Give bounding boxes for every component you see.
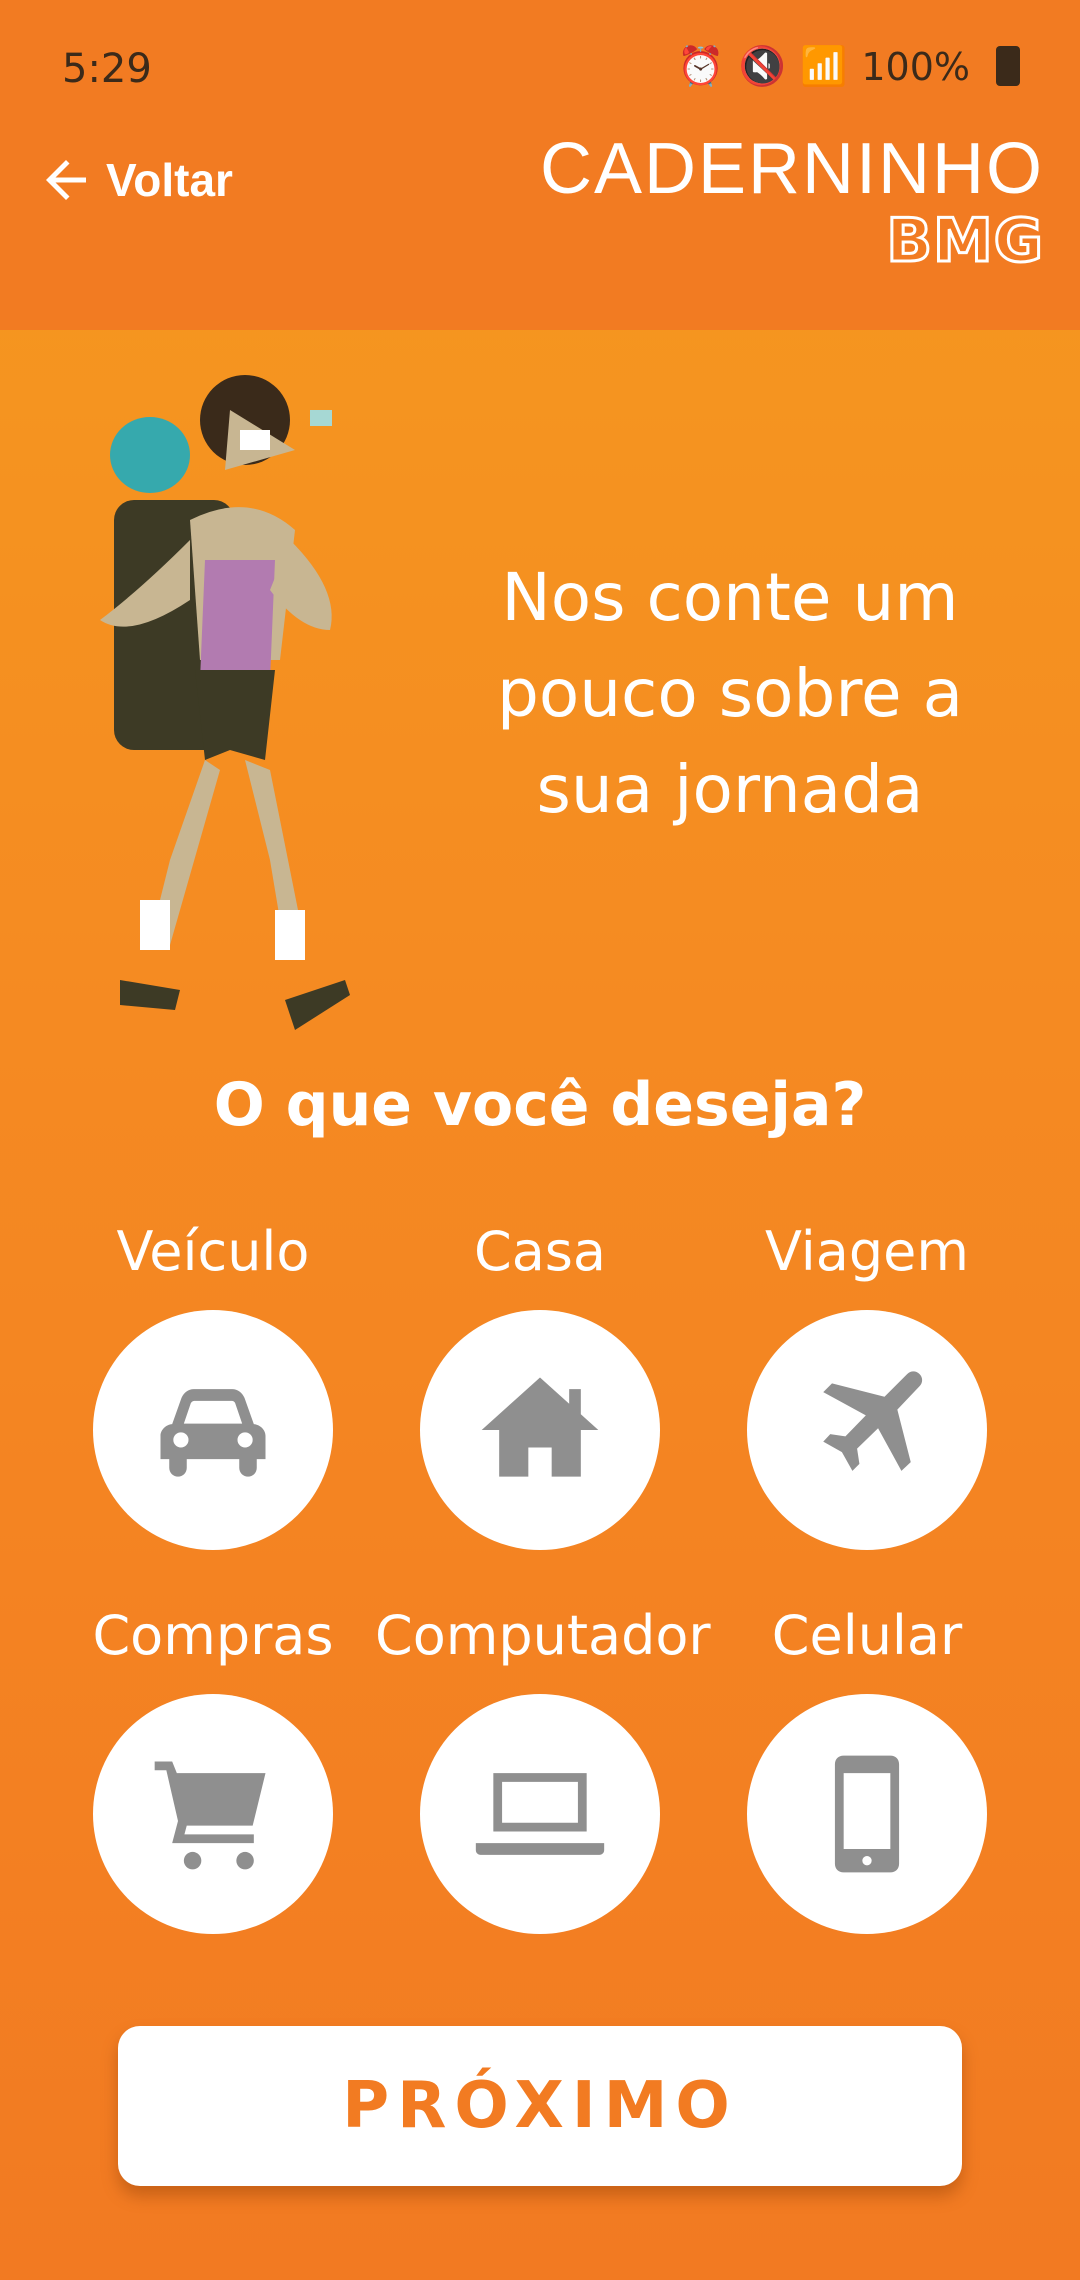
option-label: Viagem	[765, 1220, 969, 1283]
car-icon	[160, 1389, 266, 1477]
option-viagem[interactable]: Viagem	[702, 1220, 1032, 1550]
next-button[interactable]: PRÓXIMO	[118, 2026, 962, 2186]
question-title: O que você deseja?	[213, 1070, 867, 1140]
top-bar: 5:29 ⏰ 🔇 📶 100% Voltar CADERNINHO BMG	[0, 0, 1080, 330]
hero-headline: Nos conte um pouco sobre a sua jornada	[496, 559, 964, 828]
option-label: Casa	[473, 1220, 607, 1283]
option-casa[interactable]: Casa	[375, 1220, 705, 1550]
house-icon	[481, 1377, 599, 1477]
option-computador-button[interactable]	[420, 1694, 660, 1934]
alarm-icon: ⏰	[677, 44, 725, 88]
option-label: Compras	[92, 1604, 334, 1667]
laptop-icon	[475, 1773, 605, 1855]
battery-percentage: 100%	[861, 44, 970, 89]
option-label: Veículo	[116, 1220, 310, 1283]
airplane-icon	[823, 1371, 923, 1471]
backpacker-illustration	[100, 375, 350, 1030]
option-viagem-button[interactable]	[747, 1310, 987, 1550]
smartphone-icon	[834, 1755, 900, 1873]
option-celular-button[interactable]	[747, 1694, 987, 1934]
shopping-cart-icon	[154, 1761, 266, 1870]
back-button[interactable]: Voltar	[36, 150, 233, 210]
option-celular[interactable]: Celular	[702, 1604, 1032, 1934]
logo-subtext: BMG	[885, 205, 1045, 278]
option-computador[interactable]: Computador	[375, 1604, 711, 1934]
app-logo: CADERNINHO BMG	[524, 128, 1045, 278]
option-label: Computador	[375, 1604, 711, 1667]
option-veiculo-button[interactable]	[93, 1310, 333, 1550]
option-casa-button[interactable]	[420, 1310, 660, 1550]
status-time: 5:29	[62, 46, 152, 92]
option-veiculo[interactable]: Veículo	[48, 1220, 378, 1550]
status-icons: ⏰ 🔇 📶 100%	[677, 44, 970, 89]
arrow-left-icon	[46, 160, 86, 200]
option-compras[interactable]: Compras	[48, 1604, 378, 1934]
option-label: Celular	[771, 1604, 963, 1667]
logo-text: CADERNINHO	[539, 129, 1044, 209]
back-label: Voltar	[106, 154, 233, 206]
option-compras-button[interactable]	[93, 1694, 333, 1934]
battery-icon	[996, 46, 1020, 86]
status-bar: 5:29 ⏰ 🔇 📶 100%	[0, 40, 1080, 100]
mute-icon: 🔇	[738, 44, 787, 88]
wifi-icon: 📶	[800, 44, 848, 88]
